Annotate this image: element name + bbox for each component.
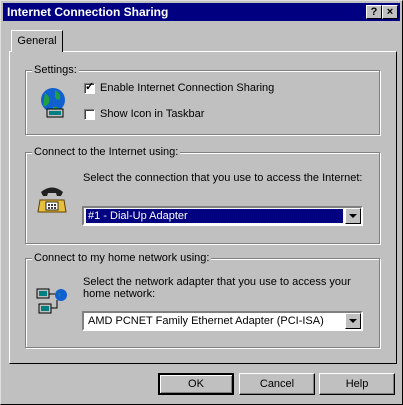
title-bar[interactable]: Internet Connection Sharing ? × (3, 3, 400, 21)
enable-sharing-label[interactable]: Enable Internet Connection Sharing (100, 82, 274, 95)
home-adapter-value: AMD PCNET Family Ethernet Adapter (PCI-I… (88, 315, 324, 327)
help-title-button[interactable]: ? (366, 5, 382, 19)
home-prompt-line2: home network: (83, 288, 156, 300)
internet-connection-select[interactable]: #1 - Dial-Up Adapter (82, 206, 363, 226)
internet-connection-group: Connect to the Internet using: (25, 145, 380, 244)
home-adapter-select[interactable]: AMD PCNET Family Ethernet Adapter (PCI-I… (82, 311, 363, 331)
window-title: Internet Connection Sharing (7, 5, 169, 19)
telephone-icon (37, 187, 67, 213)
ok-button[interactable]: OK (158, 373, 234, 395)
tab-general[interactable]: General (11, 30, 63, 52)
show-icon-checkbox[interactable] (84, 109, 95, 120)
settings-group: Settings: (25, 63, 380, 135)
globe-computer-icon (41, 88, 65, 118)
internet-group-label: Connect to the Internet using: (32, 145, 181, 159)
help-button[interactable]: Help (319, 373, 395, 395)
dialog-window: Internet Connection Sharing ? × General … (0, 0, 403, 405)
show-icon-label[interactable]: Show Icon in Taskbar (100, 108, 204, 121)
internet-connection-value: #1 - Dial-Up Adapter (85, 208, 344, 224)
home-group-label: Connect to my home network using: (32, 251, 212, 265)
check-mark-icon: ✓ (85, 81, 95, 93)
settings-group-label: Settings: (32, 63, 79, 77)
chevron-down-icon[interactable] (345, 208, 361, 224)
cancel-button[interactable]: Cancel (239, 373, 315, 395)
enable-sharing-checkbox[interactable]: ✓ (84, 81, 95, 94)
internet-prompt: Select the connection that you use to ac… (83, 172, 363, 184)
close-button[interactable]: × (382, 5, 398, 19)
home-network-group: Connect to my home network using: (25, 251, 380, 348)
network-computers-icon (36, 288, 67, 314)
chevron-down-icon[interactable] (345, 313, 361, 329)
